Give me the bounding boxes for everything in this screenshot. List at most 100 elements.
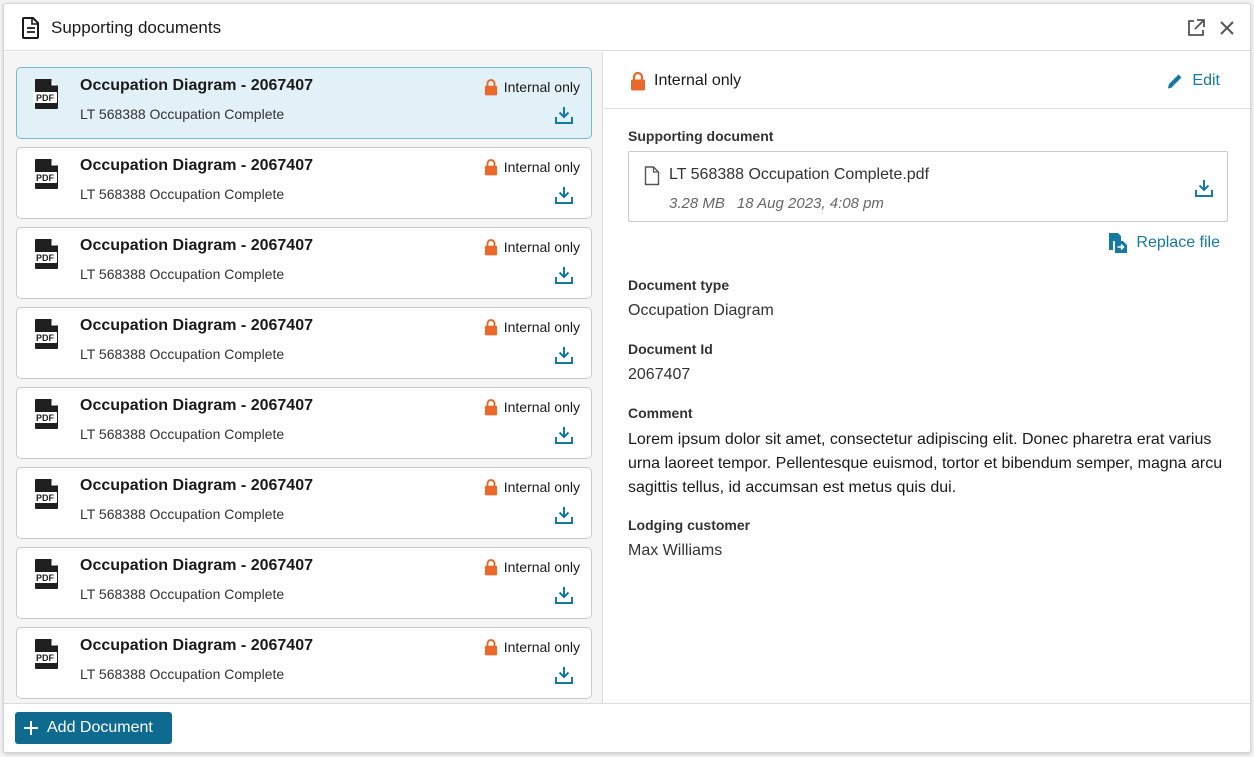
add-document-button[interactable]: Add Document	[15, 712, 172, 744]
document-title: Occupation Diagram - 2067407	[80, 397, 313, 414]
visibility-badge: Internal only	[484, 78, 580, 96]
replace-file-button[interactable]: Replace file	[1108, 232, 1220, 254]
download-icon[interactable]	[554, 665, 574, 685]
document-id-value: 2067407	[628, 366, 691, 383]
download-icon[interactable]	[554, 105, 574, 125]
pdf-file-icon: PDF	[33, 79, 58, 109]
document-list[interactable]: PDF Occupation Diagram - 2067407 LT 568388…	[4, 52, 603, 705]
file-meta: 3.28 MB 18 Aug 2023, 4:08 pm	[669, 195, 884, 212]
visibility-badge: Internal only	[630, 71, 741, 91]
lock-icon	[484, 559, 497, 576]
svg-text:PDF: PDF	[36, 173, 55, 183]
replace-file-icon	[1109, 233, 1128, 253]
replace-file-label: Replace file	[1136, 234, 1220, 251]
document-subtitle: LT 568388 Occupation Complete	[80, 666, 285, 682]
visibility-badge-label: Internal only	[503, 639, 580, 655]
lock-icon	[484, 239, 497, 256]
comment-value: Lorem ipsum dolor sit amet, consectetur …	[628, 431, 1223, 496]
open-external-button[interactable]	[1184, 16, 1208, 40]
lodging-customer-value: Max Williams	[628, 542, 723, 559]
visibility-badge: Internal only	[484, 638, 580, 656]
document-type-label: Document type	[628, 277, 730, 293]
download-icon[interactable]	[554, 345, 574, 365]
pdf-file-icon: PDF	[33, 559, 58, 589]
file-date: 18 Aug 2023, 4:08 pm	[736, 195, 884, 212]
panel-footer: Add Document	[4, 703, 1250, 752]
file-card: LT 568388 Occupation Complete.pdf 3.28 M…	[628, 151, 1228, 222]
visibility-badge-label: Internal only	[654, 72, 742, 89]
svg-text:PDF: PDF	[36, 493, 55, 503]
svg-text:PDF: PDF	[36, 93, 55, 103]
pencil-icon	[1168, 74, 1182, 89]
visibility-badge: Internal only	[484, 478, 580, 496]
document-card[interactable]: PDF Occupation Diagram - 2067407 LT 568388…	[16, 387, 592, 459]
document-detail: Internal only Edit Supporting document L…	[604, 52, 1250, 705]
lock-icon	[484, 159, 497, 176]
document-card[interactable]: PDF Occupation Diagram - 2067407 LT 568388…	[16, 227, 592, 299]
document-card[interactable]: PDF Occupation Diagram - 2067407 LT 568388…	[16, 67, 592, 139]
visibility-badge: Internal only	[484, 158, 580, 176]
pdf-file-icon: PDF	[33, 159, 58, 189]
visibility-badge-label: Internal only	[503, 79, 580, 95]
document-subtitle: LT 568388 Occupation Complete	[80, 586, 285, 602]
document-title: Occupation Diagram - 2067407	[80, 77, 313, 94]
supporting-document-label: Supporting document	[628, 128, 774, 144]
file-name: LT 568388 Occupation Complete.pdf	[669, 166, 930, 183]
file-size: 3.28 MB	[669, 195, 725, 212]
panel-header: Supporting documents	[4, 4, 1250, 51]
document-title: Occupation Diagram - 2067407	[80, 237, 313, 254]
document-subtitle: LT 568388 Occupation Complete	[80, 346, 285, 362]
pdf-file-icon: PDF	[33, 239, 58, 269]
document-card[interactable]: PDF Occupation Diagram - 2067407 LT 568388…	[16, 307, 592, 379]
document-title: Occupation Diagram - 2067407	[80, 317, 313, 334]
lock-icon	[484, 479, 497, 496]
visibility-badge-label: Internal only	[503, 479, 580, 495]
document-title: Occupation Diagram - 2067407	[80, 157, 313, 174]
document-subtitle: LT 568388 Occupation Complete	[80, 266, 285, 282]
plus-icon	[24, 721, 38, 735]
file-icon	[644, 166, 660, 186]
edit-label: Edit	[1192, 72, 1220, 89]
pdf-file-icon: PDF	[33, 639, 58, 669]
svg-text:PDF: PDF	[36, 653, 55, 663]
pdf-file-icon: PDF	[33, 479, 58, 509]
supporting-documents-panel: Supporting documents PDF Occupation Diagr…	[3, 3, 1251, 753]
edit-button[interactable]: Edit	[1166, 72, 1220, 90]
document-subtitle: LT 568388 Occupation Complete	[80, 506, 285, 522]
svg-text:PDF: PDF	[36, 333, 55, 343]
document-subtitle: LT 568388 Occupation Complete	[80, 186, 285, 202]
visibility-badge-label: Internal only	[503, 399, 580, 415]
visibility-badge: Internal only	[484, 558, 580, 576]
download-icon[interactable]	[1194, 178, 1214, 198]
download-icon[interactable]	[554, 505, 574, 525]
download-icon[interactable]	[554, 425, 574, 445]
lock-icon	[484, 399, 497, 416]
pdf-file-icon: PDF	[33, 319, 58, 349]
document-title: Occupation Diagram - 2067407	[80, 637, 313, 654]
document-card[interactable]: PDF Occupation Diagram - 2067407 LT 568388…	[16, 147, 592, 219]
visibility-badge: Internal only	[484, 398, 580, 416]
document-card[interactable]: PDF Occupation Diagram - 2067407 LT 568388…	[16, 467, 592, 539]
document-subtitle: LT 568388 Occupation Complete	[80, 426, 285, 442]
download-icon[interactable]	[554, 185, 574, 205]
document-title: Occupation Diagram - 2067407	[80, 477, 313, 494]
visibility-badge-label: Internal only	[503, 319, 580, 335]
comment-label: Comment	[628, 405, 693, 421]
visibility-badge-label: Internal only	[503, 159, 580, 175]
visibility-badge-label: Internal only	[503, 559, 580, 575]
document-card[interactable]: PDF Occupation Diagram - 2067407 LT 568388…	[16, 627, 592, 699]
close-button[interactable]	[1215, 16, 1239, 40]
visibility-badge: Internal only	[484, 318, 580, 336]
document-type-value: Occupation Diagram	[628, 302, 774, 319]
open-external-icon	[1188, 19, 1205, 36]
download-icon[interactable]	[554, 265, 574, 285]
add-document-label: Add Document	[47, 719, 153, 736]
document-subtitle: LT 568388 Occupation Complete	[80, 106, 285, 122]
download-icon[interactable]	[554, 585, 574, 605]
visibility-badge-label: Internal only	[503, 239, 580, 255]
svg-text:PDF: PDF	[36, 253, 55, 263]
document-card[interactable]: PDF Occupation Diagram - 2067407 LT 568388…	[16, 547, 592, 619]
pdf-file-icon: PDF	[33, 399, 58, 429]
close-icon	[1220, 21, 1234, 35]
visibility-badge: Internal only	[484, 238, 580, 256]
